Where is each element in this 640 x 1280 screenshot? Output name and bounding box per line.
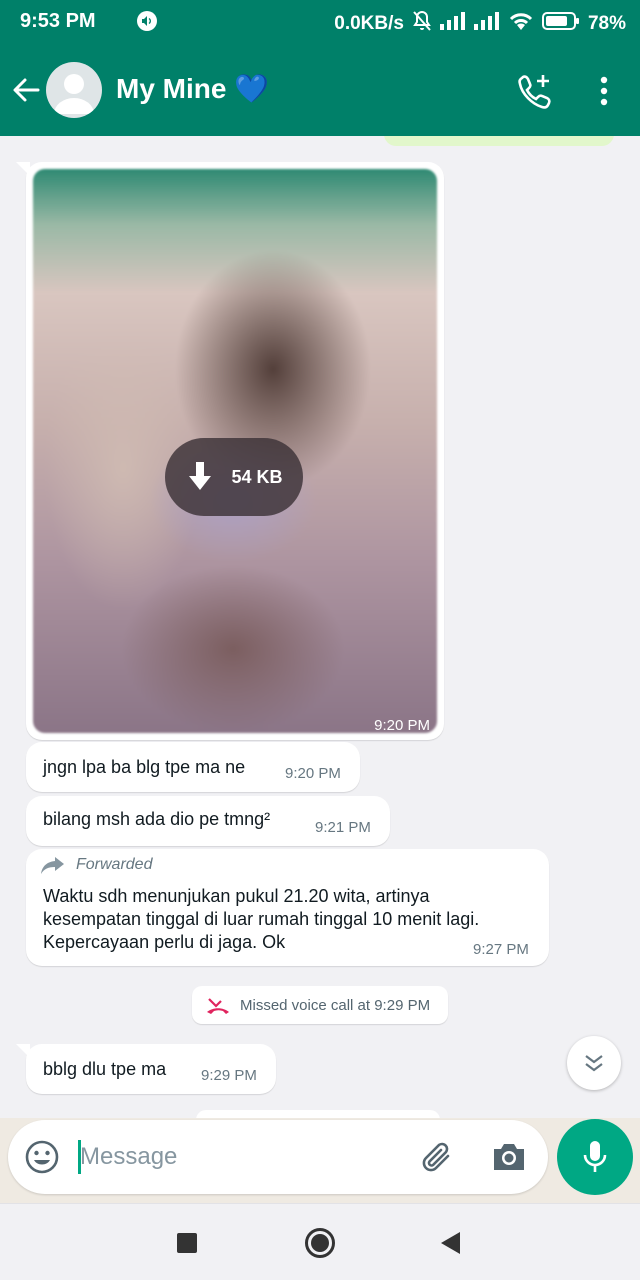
message-time: 9:29 PM [201, 1067, 257, 1084]
message-text: bblg dlu tpe ma [43, 1059, 167, 1079]
emoji-icon[interactable] [24, 1139, 60, 1175]
message-line: Waktu sdh menunjukan pukul 21.20 wita, a… [43, 886, 430, 906]
status-time: 9:53 PM [20, 10, 96, 32]
more-options-icon[interactable] [590, 74, 618, 108]
add-call-icon[interactable] [515, 71, 555, 111]
message-text: bilang msh ada dio pe tmng² [43, 809, 271, 829]
incoming-message[interactable]: jngn lpa ba blg tpe ma ne 9:20 PM [26, 742, 360, 792]
incoming-message[interactable]: bblg dlu tpe ma 9:29 PM [16, 1044, 276, 1094]
chat-area[interactable]: 54 KB 9:20 PM jngn lpa ba blg tpe ma ne … [0, 136, 640, 1118]
message-time: 9:20 PM [374, 717, 430, 734]
signal-icon-2 [473, 12, 500, 36]
avatar[interactable] [46, 62, 102, 118]
scroll-to-bottom-button[interactable] [567, 1036, 621, 1090]
battery-icon [541, 11, 580, 37]
microphone-icon [583, 1141, 607, 1172]
signal-icon [439, 12, 466, 36]
message-time: 9:20 PM [285, 765, 341, 782]
paperclip-icon[interactable] [418, 1138, 456, 1176]
image-message[interactable]: 54 KB 9:20 PM [16, 162, 444, 740]
message-line: Kepercayaan perlu di jaga. Ok [43, 932, 286, 952]
back-button[interactable] [441, 1232, 460, 1254]
forwarded-label: Forwarded [76, 856, 153, 873]
wifi-icon [508, 11, 534, 37]
network-speed: 0.0KB/s [334, 13, 404, 34]
partial-bubble [196, 1110, 440, 1118]
mute-icon [412, 10, 432, 38]
status-bar: 9:53 PM 0.0KB/s 78% [0, 0, 640, 44]
volume-icon [137, 11, 157, 31]
recents-button[interactable] [177, 1233, 197, 1253]
voice-record-button[interactable] [557, 1119, 633, 1195]
missed-call-icon [207, 998, 229, 1014]
download-button[interactable]: 54 KB [165, 438, 303, 516]
message-text: jngn lpa ba blg tpe ma ne [43, 757, 246, 777]
message-input[interactable] [80, 1136, 400, 1178]
missed-call-text: Missed voice call at 9:29 PM [240, 996, 431, 1014]
forward-icon [41, 857, 64, 874]
download-icon [189, 462, 212, 490]
contact-name[interactable]: My Mine 💙 [116, 72, 269, 105]
double-chevron-down-icon [585, 1055, 603, 1072]
partial-outgoing-bubble [384, 136, 614, 146]
camera-icon[interactable] [490, 1138, 528, 1176]
message-time: 9:21 PM [315, 819, 371, 836]
home-button[interactable] [305, 1228, 335, 1258]
forwarded-message[interactable]: Forwarded Waktu sdh menunjukan pukul 21.… [26, 849, 549, 966]
system-nav-bar [0, 1203, 640, 1280]
message-composer [8, 1120, 548, 1194]
missed-call-notice[interactable]: Missed voice call at 9:29 PM [192, 986, 448, 1024]
image-size: 54 KB [231, 466, 283, 487]
incoming-message[interactable]: bilang msh ada dio pe tmng² 9:21 PM [26, 796, 390, 846]
message-line: kesempatan tinggal di luar rumah tinggal… [43, 909, 480, 929]
message-time: 9:27 PM [473, 941, 529, 958]
battery-level: 78% [587, 13, 626, 34]
back-arrow-icon[interactable] [10, 74, 42, 106]
chat-header: My Mine 💙 [0, 44, 640, 136]
